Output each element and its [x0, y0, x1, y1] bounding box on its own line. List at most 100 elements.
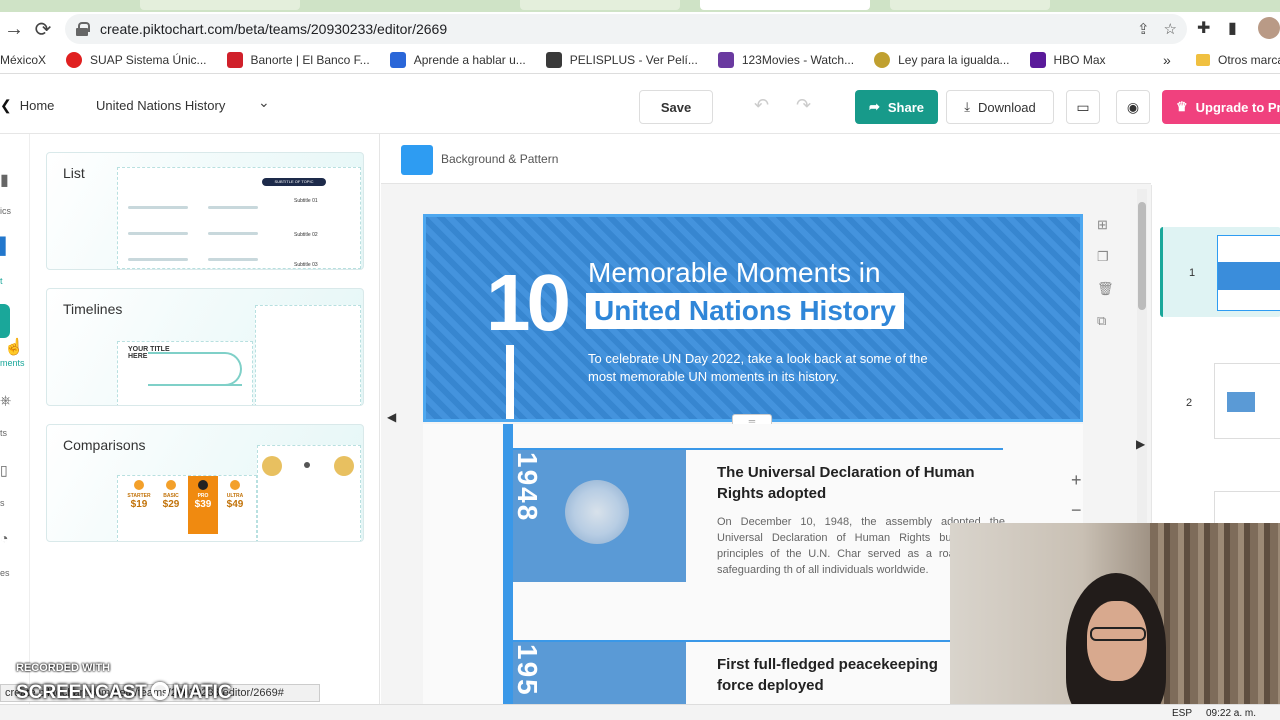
os-taskbar: ESP 09:22 a. m.	[0, 704, 1280, 720]
rail-icon[interactable]: ▮	[0, 170, 9, 190]
bookmark-star-icon[interactable]: ☆	[1164, 20, 1177, 38]
forward-icon[interactable]: →	[0, 15, 28, 43]
language-indicator[interactable]: ESP	[1172, 708, 1192, 719]
browser-tab[interactable]	[890, 0, 1050, 10]
document-title[interactable]: United Nations History	[96, 98, 225, 113]
bookmark-item[interactable]: Banorte | El Banco F...	[226, 51, 370, 68]
rail-label[interactable]: ts	[0, 428, 7, 438]
entry-year[interactable]: 1948	[513, 452, 543, 522]
tool-rail: ▮ ics ▌ t ments ⎈ ts ▯ s ◔ es	[0, 134, 30, 720]
upgrade-button[interactable]: ♛ Upgrade to Pr	[1162, 90, 1280, 124]
webcam-overlay	[950, 523, 1280, 720]
bookmark-item[interactable]: Ley para la igualda...	[874, 51, 1010, 68]
bookmark-label: PELISPLUS - Ver Pelí...	[569, 52, 698, 67]
price-column: ULTRA $49	[220, 476, 250, 534]
ley-icon	[874, 51, 891, 68]
background-pattern-label[interactable]: Background & Pattern	[441, 152, 558, 166]
bookmark-label: Aprende a hablar u...	[413, 52, 526, 67]
duolingo-icon	[389, 51, 406, 68]
add-page-icon[interactable]: ⊞	[1097, 217, 1113, 249]
profile-avatar[interactable]	[1258, 17, 1280, 39]
background-color-swatch[interactable]	[401, 145, 433, 175]
page-thumb-1[interactable]: 1	[1160, 227, 1280, 317]
bookmark-item[interactable]: MéxicoX	[0, 53, 46, 67]
text-line	[208, 258, 258, 261]
bookmark-item[interactable]: 123Movies - Watch...	[717, 51, 854, 68]
text-line	[128, 206, 188, 209]
copy-icon[interactable]: ⧉	[1097, 313, 1113, 345]
entry-image[interactable]: 1948	[513, 450, 686, 582]
bookmark-item[interactable]: SUAP Sistema Únic...	[66, 51, 207, 68]
share-page-icon[interactable]: ⇪	[1137, 20, 1150, 38]
timeline-vertical-line	[503, 424, 513, 704]
browser-tab-active[interactable]	[700, 0, 870, 10]
bookmark-item[interactable]: PELISPLUS - Ver Pelí...	[545, 51, 698, 68]
rail-label[interactable]: ments	[0, 358, 25, 368]
save-button[interactable]: Save	[639, 90, 713, 124]
rail-label[interactable]: es	[0, 568, 10, 578]
template-card-list[interactable]: List SUBTITLE OF TOPIC Subtitle 01 Subti…	[46, 152, 364, 270]
subtitle-badge: SUBTITLE OF TOPIC	[262, 178, 326, 186]
price-value: $39	[194, 499, 212, 510]
home-label: Home	[19, 98, 55, 113]
hero-number[interactable]: 10	[486, 257, 571, 349]
rail-icon[interactable]: ▯	[0, 462, 8, 479]
timeline-path	[148, 352, 242, 386]
delete-icon[interactable]: 🗑	[1097, 281, 1114, 313]
template-panel: List SUBTITLE OF TOPIC Subtitle 01 Subti…	[30, 134, 380, 704]
other-bookmarks[interactable]: Otros marca	[1218, 53, 1280, 67]
duplicate-icon[interactable]: ❐	[1097, 249, 1113, 281]
entry-image[interactable]: 195	[513, 642, 686, 704]
template-card-comparisons[interactable]: Comparisons STARTER $19 BASIC $29 PRO $39 U…	[46, 424, 364, 542]
chevron-down-icon[interactable]: ⌄	[258, 94, 270, 111]
rail-icon[interactable]: ▌	[0, 238, 11, 256]
rail-icon[interactable]: ◔	[0, 530, 8, 546]
rail-label[interactable]: s	[0, 498, 5, 508]
home-link[interactable]: ❮ Home	[0, 97, 54, 114]
hero-title-line1[interactable]: Memorable Moments in	[588, 257, 881, 289]
scrollbar-thumb[interactable]	[1138, 202, 1146, 310]
address-bar[interactable]: create.piktochart.com/beta/teams/2093023…	[65, 14, 1187, 44]
bookmark-label: SUAP Sistema Únic...	[90, 52, 207, 67]
bookmarks-more-icon[interactable]: »	[1163, 52, 1171, 68]
bookmark-item[interactable]: Aprende a hablar u...	[389, 51, 526, 68]
page-thumb-2[interactable]: 2	[1160, 363, 1280, 441]
rail-label[interactable]: ics	[0, 206, 11, 216]
share-button[interactable]: ➦ Share	[855, 90, 938, 124]
preview-eye-icon[interactable]: ◉	[1116, 90, 1150, 124]
hero-subtitle[interactable]: To celebrate UN Day 2022, take a look ba…	[588, 350, 948, 386]
list-item-label: Subtitle 02	[294, 232, 318, 238]
reload-icon[interactable]: ⟳	[29, 15, 57, 43]
collapse-panel-icon[interactable]: ◀	[387, 410, 396, 424]
clock[interactable]: 09:22 a. m.	[1206, 708, 1256, 719]
present-icon[interactable]: ▭	[1066, 90, 1100, 124]
side-panel-icon[interactable]: ▮	[1228, 18, 1237, 38]
editor-header: ❮ Home United Nations History ⌄ Save ↶ ↷…	[0, 80, 1280, 134]
glasses-icon	[1090, 627, 1146, 641]
download-button[interactable]: ⤓ Download	[946, 90, 1054, 124]
price-column: STARTER $19	[124, 476, 154, 534]
entry-year[interactable]: 195	[513, 644, 543, 697]
bookmarks-bar: MéxicoX SUAP Sistema Únic... Banorte | E…	[0, 46, 1280, 74]
redo-icon[interactable]: ↷	[796, 95, 811, 116]
webcam-background	[1150, 523, 1280, 720]
rail-label[interactable]: t	[0, 276, 3, 286]
bookmark-item[interactable]: HBO Max	[1029, 51, 1106, 68]
rail-icon[interactable]: ⎈	[0, 392, 11, 409]
browser-tab[interactable]	[520, 0, 680, 10]
browser-tab[interactable]	[140, 0, 300, 10]
hero-block[interactable]: 10 Memorable Moments in United Nations H…	[423, 214, 1083, 422]
zoom-in-icon[interactable]: +	[1071, 470, 1082, 491]
zoom-out-icon[interactable]: −	[1071, 500, 1082, 521]
timeline-thumbnail: YOUR TITLE HERE	[117, 341, 253, 405]
entry-photo[interactable]	[565, 480, 629, 544]
page-preview	[1214, 363, 1280, 439]
hero-title-line2[interactable]: United Nations History	[586, 293, 904, 329]
undo-icon[interactable]: ↶	[754, 95, 769, 116]
entry-title[interactable]: The Universal Declaration of Human Right…	[717, 462, 997, 504]
entry-title[interactable]: First full-fledged peacekeeping force de…	[717, 654, 977, 696]
url-text[interactable]: create.piktochart.com/beta/teams/2093023…	[100, 21, 447, 37]
extensions-icon[interactable]: ✚	[1197, 18, 1210, 38]
template-card-timelines[interactable]: Timelines YOUR TITLE HERE	[46, 288, 364, 406]
expand-pages-icon[interactable]: ▶	[1136, 437, 1145, 451]
